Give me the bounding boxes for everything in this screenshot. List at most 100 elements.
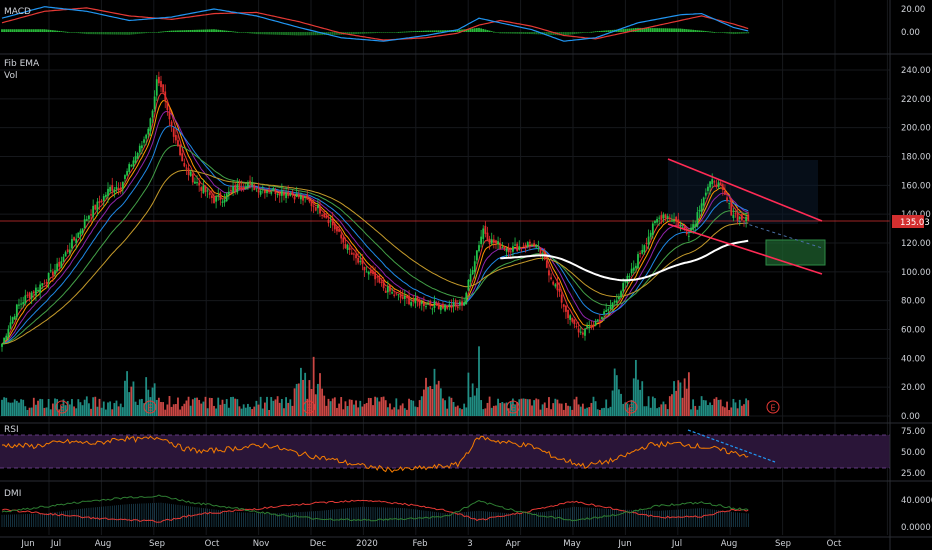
volume-bar [270,397,273,416]
macd-hist-bar [183,30,186,32]
candle-body [1,343,3,347]
candle-body [166,102,169,111]
volume-bar [486,402,489,416]
volume-bar [217,397,220,416]
stock-chart[interactable]: MACD E E E E E E Fib EMA Vol RSI DMI 20.00 0.0… [0,0,932,550]
volume-bar [406,409,408,416]
candle-body [45,282,48,284]
macd-hist-bar [37,29,39,32]
candle-body [143,139,145,143]
volume-bar [673,381,675,416]
volume-bar [244,407,247,416]
volume-bar [344,401,347,416]
macd-hist-bar [198,29,201,32]
volume-bar [726,401,728,416]
candle-body [253,184,256,191]
candle-body [702,197,705,206]
macd-hist-bar [170,30,173,32]
candle-body [219,192,222,201]
volume-bar [134,401,137,416]
candle-body [325,215,328,219]
volume-bar [200,403,203,416]
candle-body [467,279,470,291]
candle-body [726,197,728,202]
macd-hist-bar [512,32,514,34]
volume-bar [94,396,97,416]
macd-hist-bar [138,32,141,34]
macd-hist-bar [223,30,226,32]
candle-body [310,200,313,207]
candle-body [459,301,461,305]
volume-bar [567,405,569,416]
volume-bar [442,398,444,416]
volume-bar [35,404,37,416]
volume-bar [300,367,302,416]
volume-bar [730,407,733,416]
candle-body [437,302,440,310]
candle-body [391,292,393,294]
volume-bar [465,407,468,416]
macd-hist-bar [202,29,205,32]
volume-bar [316,383,319,416]
volume-bar [537,399,540,416]
volume-bar [581,403,584,416]
macd-hist-bar [185,30,188,32]
macd-hist-bar [516,32,519,34]
volume-bar [469,397,472,416]
macd-hist-bar [624,28,627,32]
candle-body [687,235,690,237]
volume-bar [348,399,351,416]
volume-bar [658,407,661,416]
macd-hist-bar [196,29,198,32]
macd-hist-bar [374,32,377,34]
macd-hist-bar [715,32,718,33]
macd-hist-bar [386,32,389,33]
earnings-marker-label: E [510,404,515,413]
volume-bar [157,397,160,416]
candle-body [503,246,506,250]
volume-bar [132,381,135,416]
candle-body [711,179,714,185]
macd-hist-bar [295,32,298,36]
macd-hist-bar [308,32,311,36]
candle-body [673,219,675,221]
volume-bar [420,396,423,416]
volume-bar [274,399,277,416]
candle-body [280,190,283,196]
candle-body [194,181,196,184]
volume-bar [43,407,46,416]
macd-hist-bar [420,30,423,32]
volume-bar [374,396,377,416]
macd-hist-bar [274,32,277,35]
macd-hist-bar [439,30,442,32]
candle-body [164,91,167,102]
volume-bar [687,372,690,416]
candle-body [270,191,273,194]
candle-body [709,181,711,188]
macd-hist-bar [15,29,18,32]
macd-hist-bar [607,30,610,32]
candle-body [346,244,349,250]
volume-bar [280,399,283,416]
macd-hist-bar [495,32,497,33]
dmi-tick-label: 40.0000 [901,496,932,506]
volume-bar [30,407,33,416]
macd-hist-bar [96,32,99,35]
volume-bar [338,403,340,416]
macd-hist-bar [350,32,353,35]
macd-hist-bar [259,32,262,35]
candle-body [206,190,209,192]
rsi-tick-label: 75.00 [901,427,925,437]
volume-bar [37,400,39,416]
candle-body [7,328,10,338]
volume-bar [168,396,171,416]
candle-body [579,331,582,333]
macd-hist-bar [573,32,576,35]
macd-hist-bar [571,32,574,35]
candle-body [389,284,391,292]
macd-hist-bar [134,32,137,35]
volume-bar [543,402,546,416]
volume-bar [425,377,427,416]
macd-hist-bar [480,28,483,32]
macd-hist-bar [132,32,135,35]
